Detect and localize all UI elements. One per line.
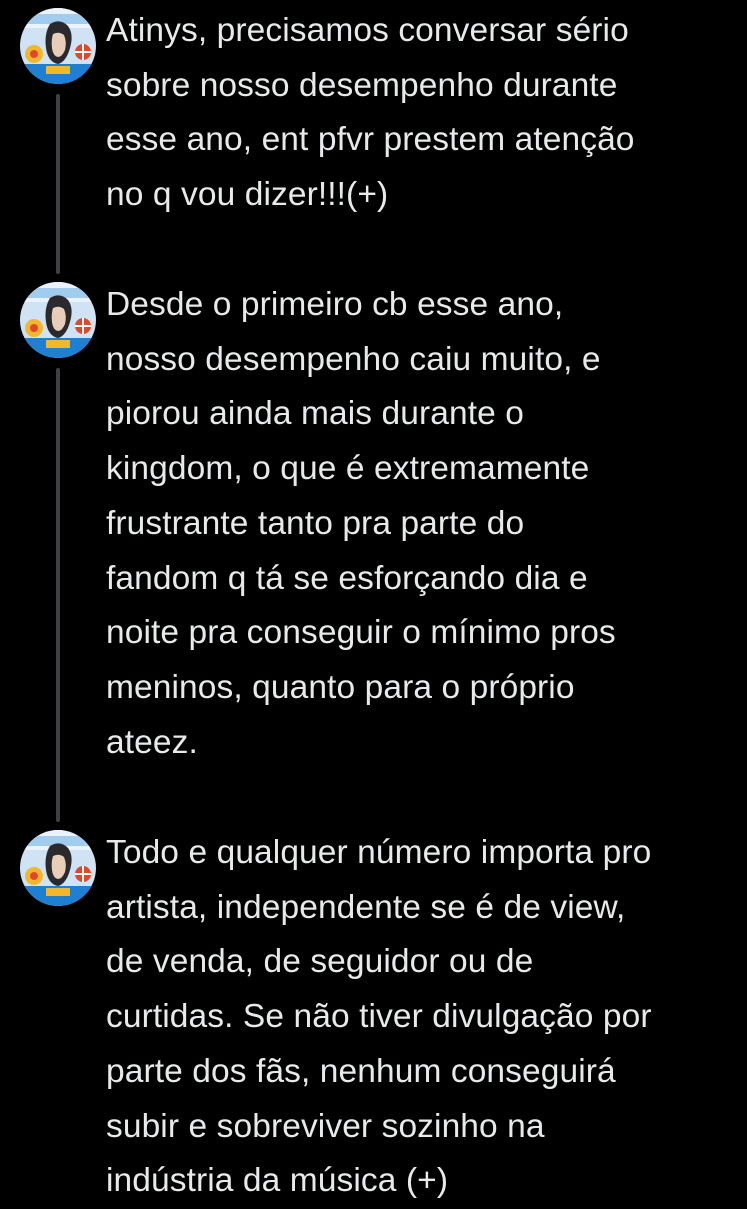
thread-connector-line <box>56 94 60 274</box>
tweet-text: Todo e qualquer número importa pro artis… <box>106 834 652 1200</box>
tweet-text: Atinys, precisamos conversar sério sobre… <box>106 12 635 214</box>
tweet-thread: Atinys, precisamos conversar sério sobre… <box>0 0 747 1200</box>
user-avatar-icon[interactable] <box>20 830 96 906</box>
thread-connector-line <box>56 368 60 822</box>
user-avatar-icon[interactable] <box>20 282 96 358</box>
user-avatar-icon[interactable] <box>20 8 96 84</box>
tweet-text: Desde o primeiro cb esse ano, nosso dese… <box>106 286 616 761</box>
